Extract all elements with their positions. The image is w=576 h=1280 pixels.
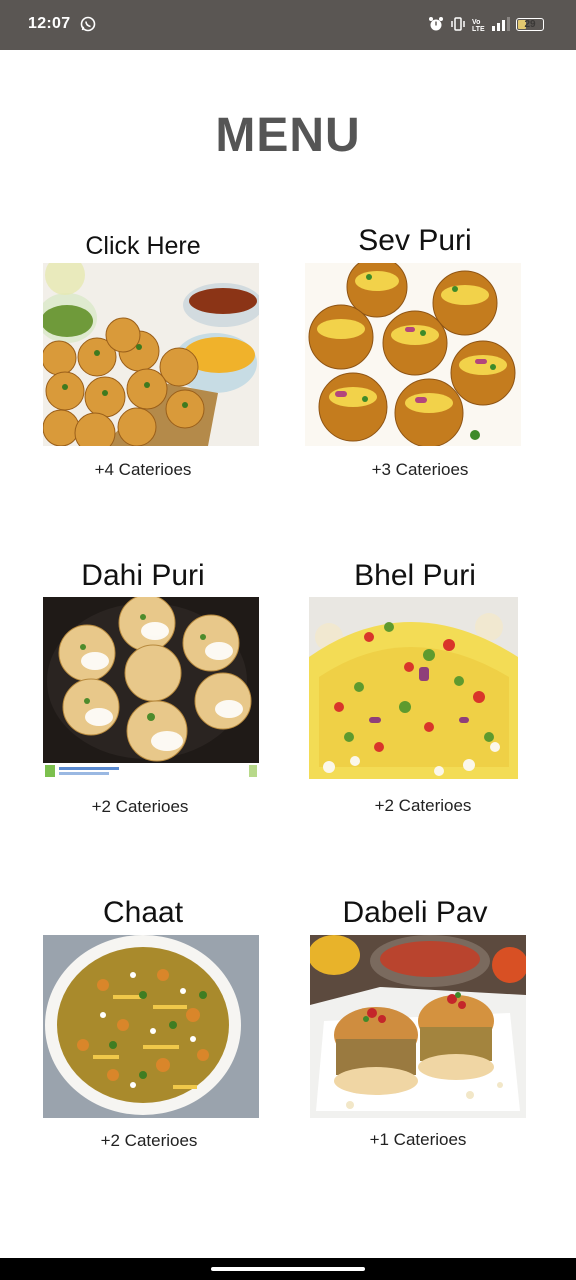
volte-icon: Vo LTE bbox=[472, 16, 486, 32]
dabeli-pav-photo[interactable] bbox=[310, 935, 526, 1118]
menu-card-sev-puri[interactable]: Sev Puri +3 Caterioes bbox=[300, 224, 530, 484]
status-time: 12:07 bbox=[28, 15, 71, 32]
dahi-puri-photo[interactable] bbox=[43, 597, 259, 779]
status-icons: Vo LTE 29 bbox=[428, 16, 544, 32]
bhel-puri-photo[interactable] bbox=[309, 597, 518, 779]
card-title[interactable]: Click Here bbox=[28, 232, 258, 261]
card-categories-count: +4 Caterioes bbox=[94, 460, 192, 479]
card-title[interactable]: Dahi Puri bbox=[28, 559, 258, 593]
card-categories-count: +1 Caterioes bbox=[369, 1130, 467, 1149]
menu-card-click-here[interactable]: Click Here +4 Caterioes bbox=[28, 228, 259, 488]
card-title[interactable]: Chaat bbox=[28, 896, 258, 930]
card-categories-count: +2 Caterioes bbox=[374, 796, 472, 815]
svg-text:LTE: LTE bbox=[472, 26, 485, 32]
battery-level: 29 bbox=[524, 18, 536, 30]
pani-puri-photo[interactable] bbox=[43, 263, 259, 446]
chaat-photo[interactable] bbox=[43, 935, 259, 1118]
status-bar: 12:07 Vo LTE 29 bbox=[0, 0, 576, 50]
vibrate-icon bbox=[450, 16, 466, 32]
card-title[interactable]: Bhel Puri bbox=[300, 559, 530, 593]
card-categories-count: +2 Caterioes bbox=[100, 1131, 198, 1150]
card-title[interactable]: Sev Puri bbox=[300, 224, 530, 258]
battery-icon: 29 bbox=[516, 17, 544, 31]
system-navigation-bar bbox=[0, 1258, 576, 1280]
card-categories-count: +2 Caterioes bbox=[91, 797, 189, 816]
menu-title: MENU bbox=[215, 109, 361, 162]
whatsapp-icon bbox=[80, 16, 96, 32]
home-gesture-handle[interactable] bbox=[211, 1267, 365, 1271]
alarm-icon bbox=[428, 16, 444, 32]
menu-card-dahi-puri[interactable]: Dahi Puri +2 Caterioes bbox=[28, 557, 259, 817]
menu-card-dabeli-pav[interactable]: Dabeli Pav +1 Caterioes bbox=[300, 895, 530, 1155]
svg-text:Vo: Vo bbox=[472, 19, 480, 26]
menu-card-chaat[interactable]: Chaat +2 Caterioes bbox=[28, 895, 259, 1155]
menu-card-bhel-puri[interactable]: Bhel Puri +2 Caterioes bbox=[300, 557, 530, 817]
signal-icon bbox=[492, 17, 510, 31]
card-title[interactable]: Dabeli Pav bbox=[300, 896, 530, 930]
card-categories-count: +3 Caterioes bbox=[371, 460, 469, 479]
sev-puri-photo[interactable] bbox=[305, 263, 521, 446]
